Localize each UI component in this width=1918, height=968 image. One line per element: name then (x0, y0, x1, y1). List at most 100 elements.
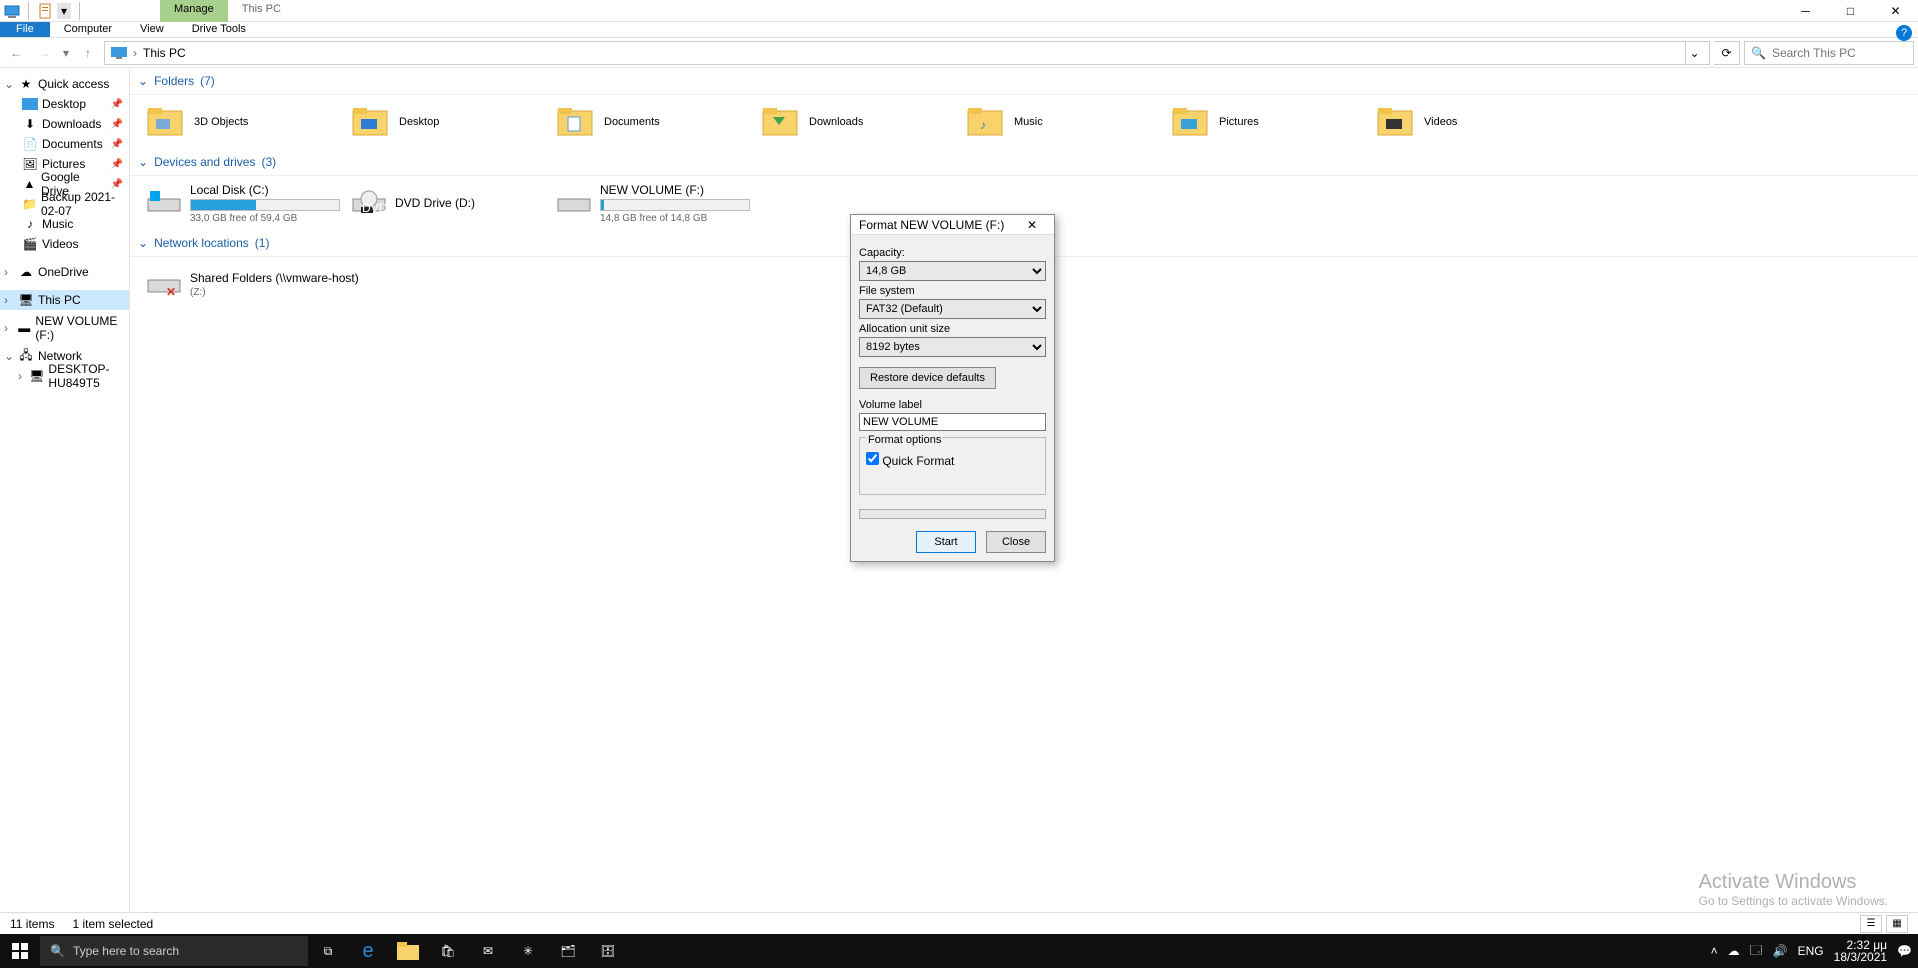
group-header-folders[interactable]: ⌄Folders (7) (130, 68, 1918, 95)
format-dialog: Format NEW VOLUME (F:) ✕ Capacity: 14,8 … (850, 214, 1055, 562)
back-button[interactable]: ← (4, 41, 28, 65)
qat-dropdown-icon[interactable]: ▾ (57, 3, 71, 19)
pictures-icon: 🖼 (22, 156, 38, 172)
system-tray: ˄ ☁ 🗔 🔊 ENG 2:32 μμ 18/3/2021 💬 (1711, 939, 1918, 963)
nav-item-desktop[interactable]: Desktop📌 (0, 94, 129, 114)
breadcrumb-chevron[interactable]: › (133, 46, 137, 60)
taskbar-app-edge[interactable]: e (348, 934, 388, 968)
tray-language[interactable]: ENG (1798, 944, 1824, 958)
folder-documents[interactable]: Documents (550, 99, 755, 145)
nav-quick-access[interactable]: ⌄★Quick access (0, 74, 129, 94)
folder-icon (556, 105, 596, 139)
folder-icon (1376, 105, 1416, 139)
nav-onedrive[interactable]: ›☁OneDrive (0, 262, 129, 282)
tray-volume-icon[interactable]: 🔊 (1773, 944, 1788, 958)
taskbar-app-mail[interactable]: ✉ (468, 934, 508, 968)
breadcrumb-thispc[interactable]: This PC (143, 46, 186, 60)
properties-icon[interactable] (37, 3, 53, 19)
close-button[interactable]: ✕ (1873, 0, 1918, 22)
search-icon: 🔍 (1751, 46, 1766, 60)
context-tab-group: Manage This PC (160, 0, 295, 22)
onedrive-icon: ☁ (18, 264, 34, 280)
tray-clock[interactable]: 2:32 μμ 18/3/2021 (1834, 939, 1887, 963)
progress-bar (859, 509, 1046, 519)
folder-pictures[interactable]: Pictures (1165, 99, 1370, 145)
help-icon[interactable]: ? (1896, 25, 1912, 41)
ribbon-tab-computer[interactable]: Computer (50, 22, 126, 37)
dialog-close-button[interactable]: ✕ (1018, 215, 1046, 235)
pin-icon: 📌 (111, 119, 123, 130)
qat-separator (28, 2, 29, 20)
minimize-button[interactable]: ─ (1783, 0, 1828, 22)
recent-dropdown[interactable]: ▾ (60, 41, 72, 65)
window-title: This PC (228, 0, 295, 22)
address-dropdown[interactable]: ⌄ (1685, 42, 1703, 64)
nav-item-backup[interactable]: 📁Backup 2021-02-07 (0, 194, 129, 214)
quick-access-toolbar: ▾ (0, 2, 84, 20)
network-drive-icon: ✕ (146, 270, 182, 298)
tray-chevron[interactable]: ˄ (1711, 944, 1718, 958)
taskbar-app-explorer[interactable] (388, 934, 428, 968)
forward-button[interactable]: → (32, 41, 56, 65)
nav-item-downloads[interactable]: ⬇Downloads📌 (0, 114, 129, 134)
folder-desktop[interactable]: Desktop (345, 99, 550, 145)
nav-thispc[interactable]: ›🖥This PC (0, 290, 129, 310)
folder-icon (1171, 105, 1211, 139)
folder-downloads[interactable]: Downloads (755, 99, 960, 145)
maximize-button[interactable]: □ (1828, 0, 1873, 22)
videos-icon: 🎬 (22, 236, 38, 252)
ribbon-file-tab[interactable]: File (0, 22, 50, 37)
tray-onedrive-icon[interactable]: ☁ (1728, 944, 1740, 958)
taskbar-app-store[interactable]: 🛍 (428, 934, 468, 968)
music-icon: ♪ (22, 216, 38, 232)
taskbar-app-unknown1[interactable]: ✳ (508, 934, 548, 968)
drive-newvolume-f[interactable]: NEW VOLUME (F:)14,8 GB free of 14,8 GB (550, 180, 755, 226)
nav-newvolume[interactable]: ›▬NEW VOLUME (F:) (0, 318, 129, 338)
tray-actioncenter-icon[interactable]: 💬 (1897, 944, 1912, 958)
ribbon-tab-drivetools[interactable]: Drive Tools (178, 22, 260, 37)
network-sharedfolders-z[interactable]: ✕ Shared Folders (\\vmware-host)(Z:) (140, 261, 400, 307)
folder-3dobjects[interactable]: 3D Objects (140, 99, 345, 145)
view-details-button[interactable]: ☰ (1860, 915, 1882, 933)
capacity-select[interactable]: 14,8 GB (859, 261, 1046, 281)
tab-manage[interactable]: Manage (160, 0, 228, 22)
filesystem-select[interactable]: FAT32 (Default) (859, 299, 1046, 319)
taskbar-app-unknown3[interactable]: 🗄 (588, 934, 628, 968)
format-options-legend: Format options (866, 434, 943, 446)
status-selection: 1 item selected (72, 917, 153, 931)
svg-text:♪: ♪ (980, 118, 986, 132)
address-box[interactable]: › This PC ⌄ (104, 41, 1710, 65)
nav-item-desktoppc[interactable]: ›🖥DESKTOP-HU849T5 (0, 366, 129, 386)
filesystem-label: File system (859, 285, 1046, 297)
task-view-button[interactable]: ⧉ (308, 934, 348, 968)
nav-item-videos[interactable]: 🎬Videos (0, 234, 129, 254)
dialog-close-footer-button[interactable]: Close (986, 531, 1046, 553)
search-box[interactable]: 🔍 (1744, 41, 1914, 65)
drive-usage-bar (190, 199, 340, 211)
drive-icon (556, 189, 592, 217)
folder-music[interactable]: ♪Music (960, 99, 1165, 145)
view-tiles-button[interactable]: ▦ (1886, 915, 1908, 933)
title-bar: ▾ Manage This PC ─ □ ✕ (0, 0, 1918, 22)
up-button[interactable]: ↑ (76, 41, 100, 65)
search-input[interactable] (1772, 46, 1907, 60)
allocation-select[interactable]: 8192 bytes (859, 337, 1046, 357)
group-header-drives[interactable]: ⌄Devices and drives (3) (130, 149, 1918, 176)
folder-videos[interactable]: Videos (1370, 99, 1575, 145)
drive-usage-bar (600, 199, 750, 211)
start-button[interactable]: Start (916, 531, 976, 553)
tray-network-icon[interactable]: 🗔 (1750, 941, 1763, 962)
taskbar-app-unknown2[interactable]: 🗂 (548, 934, 588, 968)
restore-defaults-button[interactable]: Restore device defaults (859, 367, 996, 389)
ribbon-tab-view[interactable]: View (126, 22, 178, 37)
nav-item-documents[interactable]: 📄Documents📌 (0, 134, 129, 154)
start-button[interactable] (0, 934, 40, 968)
volumelabel-input[interactable] (859, 413, 1046, 431)
drive-localdisk-c[interactable]: Local Disk (C:)33,0 GB free of 59,4 GB (140, 180, 345, 226)
quickformat-checkbox[interactable]: Quick Format (866, 454, 954, 468)
taskbar-search[interactable]: 🔍Type here to search (40, 936, 308, 966)
svg-text:✕: ✕ (166, 285, 176, 298)
refresh-button[interactable]: ⟳ (1714, 41, 1740, 65)
drive-dvd-d[interactable]: DVD DVD Drive (D:) (345, 180, 550, 226)
dialog-titlebar[interactable]: Format NEW VOLUME (F:) ✕ (851, 215, 1054, 235)
